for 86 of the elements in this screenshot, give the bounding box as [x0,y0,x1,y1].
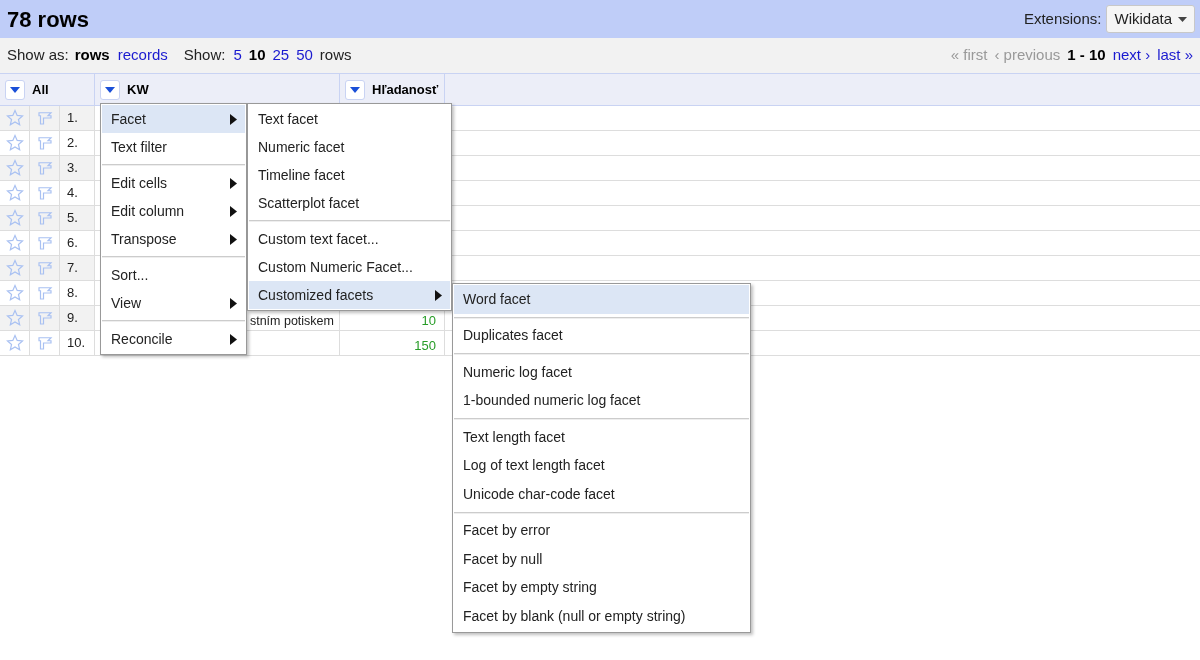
row-number: 6. [67,234,78,253]
star-icon[interactable] [5,234,24,252]
flag-icon[interactable] [35,209,54,227]
page-size-link[interactable]: 25 [272,44,290,67]
flag-icon[interactable] [35,309,54,327]
menu-item[interactable]: Customized facets [249,281,450,309]
star-icon[interactable] [5,259,24,277]
row-number: 1. [67,109,78,128]
menu-item[interactable]: Text facet [249,105,450,133]
menu-item[interactable]: Reconcile [102,325,245,353]
menu-item[interactable]: Transpose [102,225,245,253]
star-icon[interactable] [5,134,24,152]
star-icon[interactable] [5,209,24,227]
table-cell: 150 [414,339,436,353]
dropdown-button[interactable] [345,79,365,100]
menu-item[interactable]: Sort... [102,261,245,289]
star-icon[interactable] [5,184,24,202]
page-size-link[interactable]: 10 [248,44,266,67]
extensions-dropdown[interactable]: Wikidata [1106,5,1195,33]
menu-item[interactable]: Timeline facet [249,161,450,189]
column-name: All [32,80,49,99]
column-name: KW [127,80,149,99]
menu-item[interactable]: Edit column [102,197,245,225]
menu-item[interactable]: Text filter [102,133,245,161]
row-count-title: 78 rows [7,5,89,34]
flag-icon[interactable] [35,109,54,127]
menu-item[interactable]: Facet [102,105,245,133]
flag-icon[interactable] [35,234,54,252]
row-number: 5. [67,209,78,228]
page-range: 1 - 10 [1067,45,1106,66]
row-number: 7. [67,259,78,278]
row-number: 4. [67,184,78,203]
menu-item[interactable]: Duplicates facet [454,321,749,350]
menu-item[interactable]: Edit cells [102,169,245,197]
caret-icon [10,86,20,93]
rows-label: rows [319,45,352,66]
menu-item[interactable]: Custom Numeric Facet... [249,253,450,281]
menu-item[interactable]: Facet by error [454,516,749,545]
column-name: Hľadanosť [372,80,439,99]
menu-item[interactable]: Scatterplot facet [249,189,450,217]
pager-link[interactable]: next › [1112,44,1151,67]
flag-icon[interactable] [35,134,54,152]
menu-item[interactable]: Facet by blank (null or empty string) [454,602,749,631]
star-icon[interactable] [5,309,24,327]
row-number: 3. [67,159,78,178]
star-icon[interactable] [5,109,24,127]
view-mode-link[interactable]: rows [74,44,110,67]
menu-item[interactable]: Facet by empty string [454,573,749,602]
page-size-link[interactable]: 50 [296,44,313,67]
star-icon[interactable] [5,334,24,352]
menu-item[interactable]: Unicode char-code facet [454,480,749,509]
view-mode-link[interactable]: records [117,44,168,67]
show-label: Show: [183,45,226,66]
menu-item[interactable]: Numeric log facet [454,358,749,387]
dropdown-button[interactable] [100,79,120,100]
table-cell: 10 [421,314,436,328]
menu-item[interactable]: 1-bounded numeric log facet [454,386,749,415]
star-icon[interactable] [5,159,24,177]
dropdown-button[interactable] [5,79,25,100]
page-size-link[interactable]: 5 [233,44,242,67]
flag-icon[interactable] [35,184,54,202]
menu-item[interactable]: Facet by null [454,545,749,574]
pager-link[interactable]: last » [1157,44,1193,67]
row-number: 9. [67,309,78,328]
menu-item[interactable]: Numeric facet [249,133,450,161]
menu-item[interactable]: Word facet [454,285,749,314]
flag-icon[interactable] [35,284,54,302]
extensions-label: Extensions: [1023,8,1102,29]
pager-link: ‹ previous [994,45,1061,66]
caret-icon [105,86,115,93]
flag-icon[interactable] [35,259,54,277]
caret-icon [350,86,360,93]
menu-item[interactable]: View [102,289,245,317]
pager-link: « first [950,45,988,66]
row-number: 2. [67,134,78,153]
menu-item[interactable]: Log of text length facet [454,451,749,480]
row-number: 10. [67,334,86,353]
show-as-label: Show as: [7,45,69,66]
menu-item[interactable]: Text length facet [454,423,749,452]
flag-icon[interactable] [35,159,54,177]
menu-item[interactable]: Custom text facet... [249,225,450,253]
table-cell: stním potiskem [249,314,334,328]
star-icon[interactable] [5,284,24,302]
caret-icon [1178,16,1187,22]
flag-icon[interactable] [35,334,54,352]
row-number: 8. [67,284,78,303]
